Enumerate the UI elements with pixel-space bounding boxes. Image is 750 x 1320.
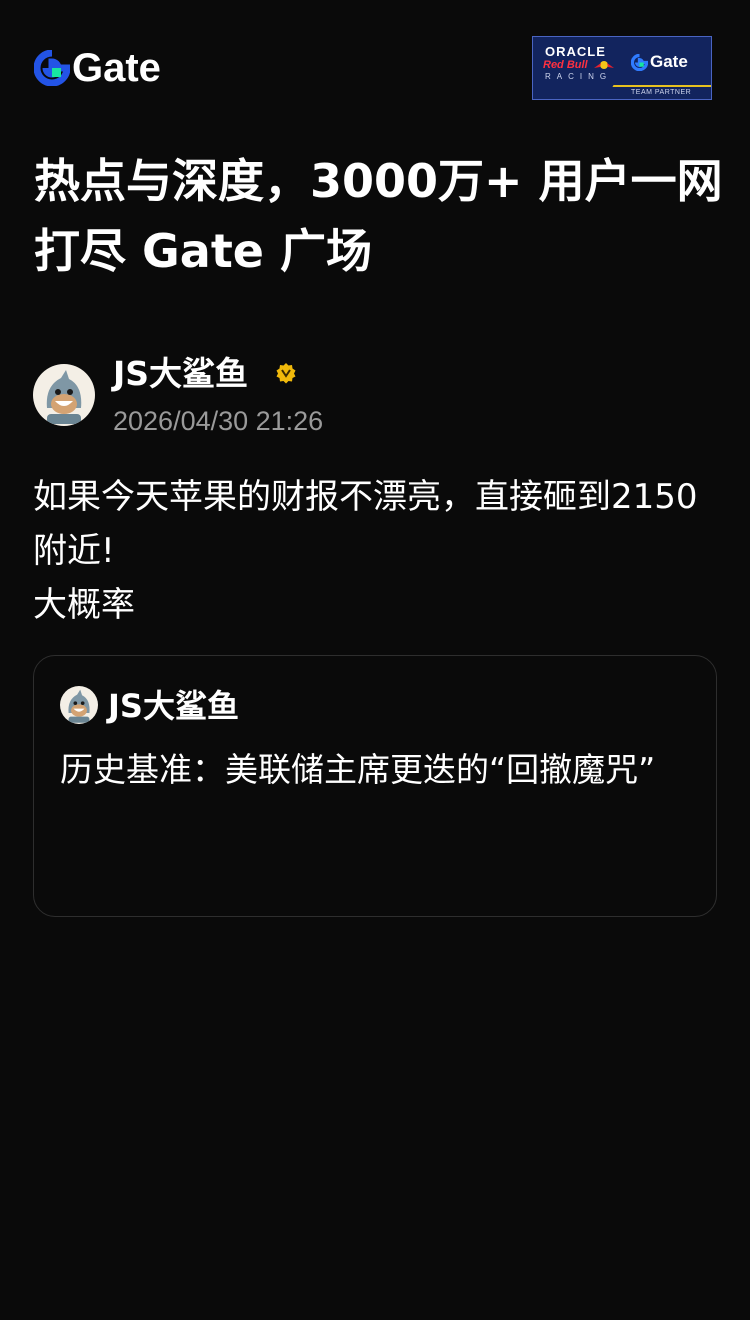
gate-logo-icon <box>34 50 70 86</box>
bull-icon <box>594 61 614 69</box>
partner-stripe <box>612 85 711 87</box>
brand-name: Gate <box>72 46 161 90</box>
partner-gate-logo: Gate <box>631 52 688 72</box>
post-body: 如果今天苹果的财报不漂亮，直接砸到2150附近! 大概率 <box>33 470 723 632</box>
quoted-author-name: JS大鲨鱼 <box>108 687 239 725</box>
partner-line3: RACING <box>545 72 613 81</box>
gate-logo[interactable]: Gate <box>34 48 161 88</box>
shark-avatar-icon <box>68 689 90 723</box>
author-avatar[interactable] <box>33 364 95 426</box>
author-name[interactable]: JS大鲨鱼 <box>113 354 248 394</box>
partner-caption: TEAM PARTNER <box>631 89 692 96</box>
shark-avatar-icon <box>46 370 82 424</box>
verified-badge-icon <box>276 363 296 384</box>
post-text-line: 如果今天苹果的财报不漂亮，直接砸到2150附近! <box>33 477 698 571</box>
post-timestamp: 2026/04/30 21:26 <box>113 406 324 436</box>
quoted-author-avatar <box>60 686 98 724</box>
post-text-line: 大概率 <box>33 585 135 625</box>
partner-line1: ORACLE <box>545 44 606 59</box>
top-bar: Gate ORACLE Red Bull RACING Gate TEAM PA… <box>0 0 750 130</box>
partner-brand: Gate <box>650 52 688 71</box>
gate-small-icon <box>631 53 648 71</box>
quoted-post-text: 历史基准：美联储主席更迭的“回撤魔咒” <box>60 750 656 789</box>
team-partner-badge: ORACLE Red Bull RACING Gate TEAM PARTNER <box>532 36 712 100</box>
quoted-post-card[interactable]: JS大鲨鱼 历史基准：美联储主席更迭的“回撤魔咒” <box>33 655 717 917</box>
page-headline: 热点与深度，3000万+ 用户一网打尽 Gate 广场 <box>34 154 723 278</box>
partner-line2: Red Bull <box>543 59 588 71</box>
